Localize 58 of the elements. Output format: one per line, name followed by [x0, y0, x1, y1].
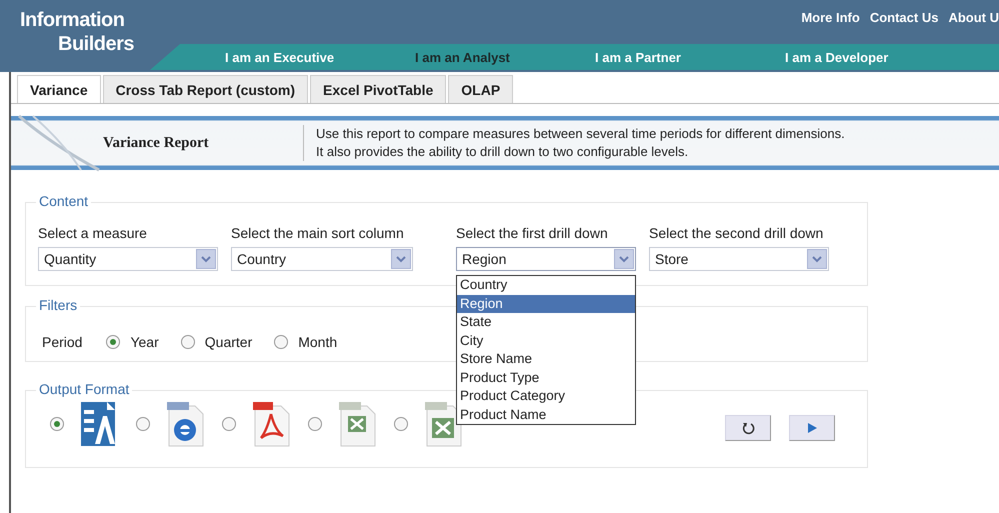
tab[interactable]: Excel PivotTable — [310, 75, 446, 103]
field-label: Select the first drill down — [456, 225, 609, 241]
field-label: Period — [42, 334, 82, 350]
dropdown-value: Store — [654, 251, 688, 267]
dropdown[interactable]: Store — [649, 247, 829, 271]
dropdown-option[interactable]: Product Category — [457, 387, 635, 406]
play-icon — [805, 421, 819, 435]
tab[interactable]: Cross Tab Report (custom) — [102, 75, 308, 103]
dropdown[interactable]: Country — [231, 247, 413, 271]
radio-button[interactable] — [180, 335, 195, 349]
radio-button[interactable] — [222, 417, 236, 431]
logo: Information Builders — [19, 8, 136, 57]
radio-label: Month — [298, 334, 338, 350]
header-link[interactable]: About U — [948, 10, 999, 44]
spreadsheet-icon — [338, 401, 376, 447]
field-label: Select the main sort column — [231, 225, 405, 241]
description-text: Use this report to compare measures between several time periods for different dimensions. — [316, 125, 845, 143]
report-title: Variance Report — [102, 134, 210, 152]
header-link[interactable]: More Info — [801, 10, 860, 44]
nav-link[interactable]: I am an Analyst — [415, 50, 595, 64]
dropdown[interactable]: Quantity — [38, 247, 218, 271]
description-text: It also provides the ability to drill down to two configurable levels. — [316, 143, 690, 161]
radio-button[interactable] — [50, 417, 64, 431]
web-page-icon — [166, 401, 204, 447]
dropdown-value: Country — [236, 251, 286, 267]
radio-button[interactable] — [308, 417, 322, 431]
reset-icon — [741, 421, 755, 435]
dropdown-value: Quantity — [43, 251, 96, 267]
document-icon — [252, 401, 290, 447]
dropdown-option[interactable]: City — [457, 332, 635, 350]
dropdown-value: Region — [461, 251, 506, 267]
dropdown-option[interactable]: Region — [457, 294, 635, 313]
field-label: Select the second drill down — [649, 225, 824, 241]
tab[interactable]: OLAP — [448, 75, 514, 103]
nav-link[interactable]: I am a Developer — [785, 50, 975, 64]
dropdown-option[interactable]: State — [457, 313, 635, 332]
fieldset-legend: Output Format — [36, 381, 132, 397]
tab[interactable]: Variance — [17, 75, 101, 103]
run-button[interactable] — [789, 415, 835, 441]
fieldset-legend: Filters — [36, 297, 80, 313]
radio-button[interactable] — [106, 335, 120, 349]
dropdown[interactable]: Region — [456, 247, 636, 271]
radio-button[interactable] — [136, 417, 150, 431]
dropdown-option[interactable]: Product Type — [457, 368, 635, 387]
dropdown-option[interactable]: Store Name — [457, 350, 635, 368]
radio-button[interactable] — [394, 417, 408, 431]
dropdown-option[interactable]: Country — [457, 276, 635, 294]
field-label: Select a measure — [38, 225, 148, 241]
radio-label: Quarter — [204, 334, 252, 350]
radio-button[interactable] — [274, 335, 288, 349]
fieldset-legend: Content — [36, 193, 92, 209]
header-link[interactable]: Contact Us — [870, 10, 938, 44]
nav-link[interactable]: I am an Executive — [225, 50, 415, 64]
reset-button[interactable] — [725, 415, 771, 441]
dropdown-option[interactable]: Product Name — [457, 406, 635, 424]
nav-link[interactable]: I am a Partner — [595, 50, 785, 64]
document-icon — [80, 401, 118, 447]
radio-label: Year — [130, 334, 159, 350]
